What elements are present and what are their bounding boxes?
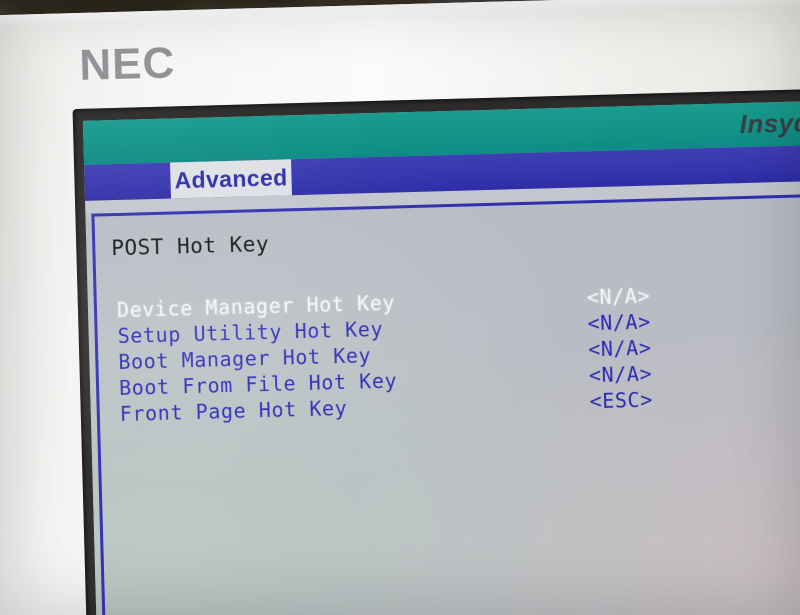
setting-value[interactable]: <N/A>	[588, 336, 652, 362]
nec-monitor: NEC InsydeH2 Advanced POST Hot Key Devic…	[0, 0, 800, 615]
firmware-brand-label: InsydeH2	[739, 105, 800, 140]
tab-advanced[interactable]: Advanced	[170, 159, 293, 199]
settings-panel: POST Hot Key Device Manager Hot Key <N/A…	[91, 192, 800, 615]
screen-frame: InsydeH2 Advanced POST Hot Key Device Ma…	[72, 87, 800, 615]
setting-value[interactable]: <N/A>	[587, 310, 651, 336]
bios-screen: InsydeH2 Advanced POST Hot Key Device Ma…	[82, 99, 800, 615]
setting-value[interactable]: <ESC>	[589, 388, 653, 414]
setting-value[interactable]: <N/A>	[587, 284, 651, 310]
photo-scene: NEC InsydeH2 Advanced POST Hot Key Devic…	[0, 0, 800, 615]
panel-title: POST Hot Key	[111, 231, 270, 261]
hotkey-settings-list: Device Manager Hot Key <N/A> Setup Utili…	[117, 282, 700, 428]
setting-value[interactable]: <N/A>	[589, 362, 653, 388]
nec-logo: NEC	[78, 38, 176, 90]
